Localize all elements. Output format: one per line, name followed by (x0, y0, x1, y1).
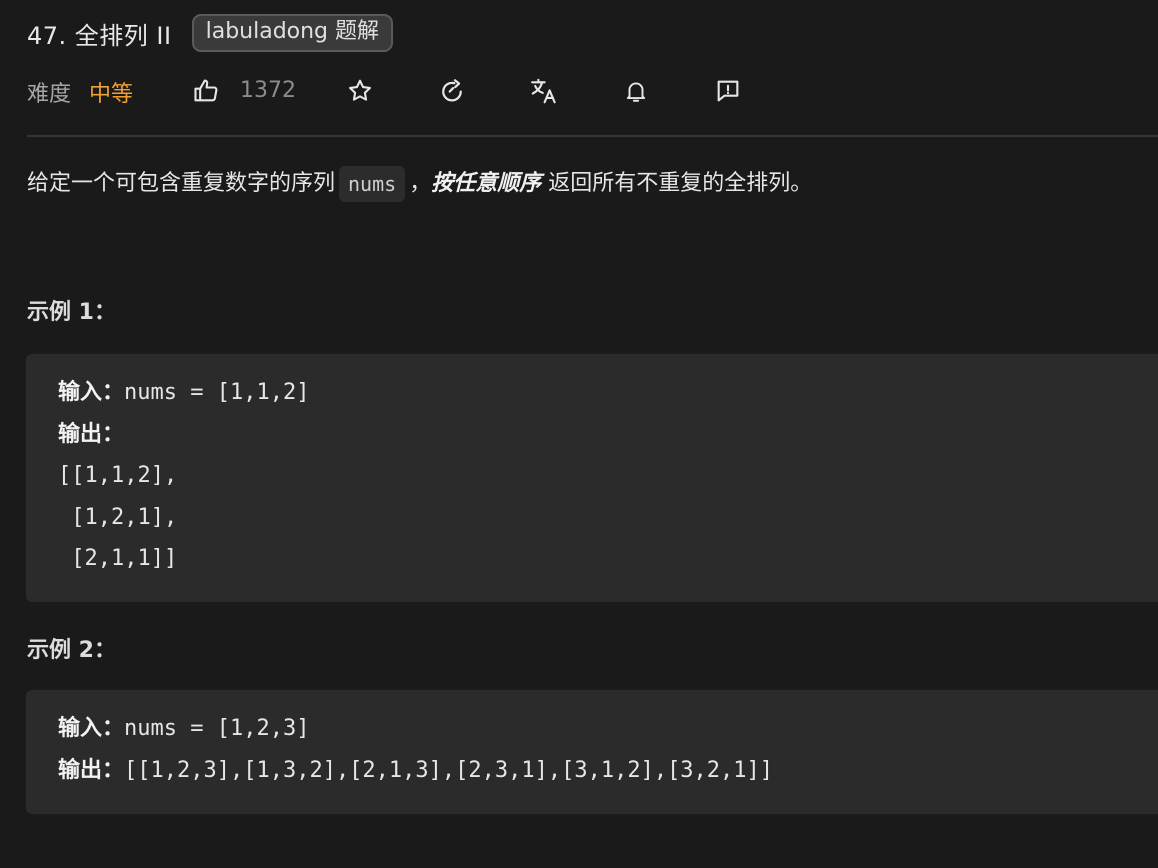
example-2-output-label: 输出： (58, 757, 125, 783)
example-2-code-block: 输入：nums = [1,2,3] 输出：[[1,2,3],[1,3,2],[2… (26, 690, 1158, 814)
example-1-output-row: [1,2,1], (58, 504, 178, 530)
example-1-output-line: 输出： (58, 414, 1126, 456)
example-1-heading: 示例 1： (27, 300, 116, 325)
example-1-output-row: [[1,1,2], (58, 463, 178, 489)
feedback-button[interactable] (712, 74, 744, 108)
example-2-heading: 示例 2： (27, 638, 116, 663)
feedback-icon (717, 80, 739, 102)
translate-button[interactable] (528, 74, 560, 108)
problem-title: 47. 全排列 II (27, 21, 172, 50)
like-button[interactable] (190, 74, 222, 108)
example-1-input-label: 输入： (58, 380, 125, 405)
notification-button[interactable] (620, 74, 652, 108)
title-row: 47. 全排列 II labuladong 题解 (27, 14, 394, 52)
difficulty-label: 难度 (27, 82, 72, 107)
example-1-input-line: 输入：nums = [1,1,2] (58, 372, 1126, 414)
solution-tag-badge[interactable]: labuladong 题解 (191, 14, 394, 52)
example-2-output-line: 输出：[[1,2,3],[1,3,2],[2,1,3],[2,3,1],[3,1… (58, 750, 1126, 792)
favorite-button[interactable] (344, 74, 376, 108)
bell-icon (626, 82, 646, 102)
star-icon (349, 79, 371, 101)
example-1-input-value: nums = [1,1,2] (124, 380, 310, 405)
refresh-icon (442, 79, 462, 102)
thumbs-up-icon (194, 79, 218, 102)
meta-row: 难度 中等 (27, 72, 133, 112)
problem-page: 47. 全排列 II labuladong 题解 难度 中等 1372 给定一个… (0, 0, 1158, 868)
example-1-code-block: 输入：nums = [1,1,2] 输出： [[1,1,2], [1,2,1],… (26, 354, 1158, 602)
inline-code-nums: nums (339, 166, 406, 202)
example-2-input-line: 输入：nums = [1,2,3] (58, 708, 1126, 750)
example-2-input-label: 输入： (58, 716, 125, 741)
header-divider (27, 135, 1158, 137)
example-2-output-value: [[1,2,3],[1,3,2],[2,1,3],[2,3,1],[3,1,2]… (124, 757, 774, 783)
description-comma: ， (409, 171, 432, 196)
difficulty-value: 中等 (89, 82, 134, 107)
problem-description: 给定一个可包含重复数字的序列 nums ，按任意顺序 返回所有不重复的全排列。 (27, 164, 812, 204)
example-1-output-label: 输出： (58, 421, 125, 447)
example-2-input-value: nums = [1,2,3] (124, 716, 310, 741)
description-prefix: 给定一个可包含重复数字的序列 (27, 171, 336, 196)
description-suffix: 返回所有不重复的全排列。 (548, 171, 813, 196)
description-emphasis: 按任意顺序 (431, 171, 542, 196)
translate-icon (531, 78, 556, 104)
like-count: 1372 (240, 78, 296, 103)
example-1-output-row: [2,1,1]] (58, 546, 178, 572)
share-button[interactable] (436, 74, 468, 108)
